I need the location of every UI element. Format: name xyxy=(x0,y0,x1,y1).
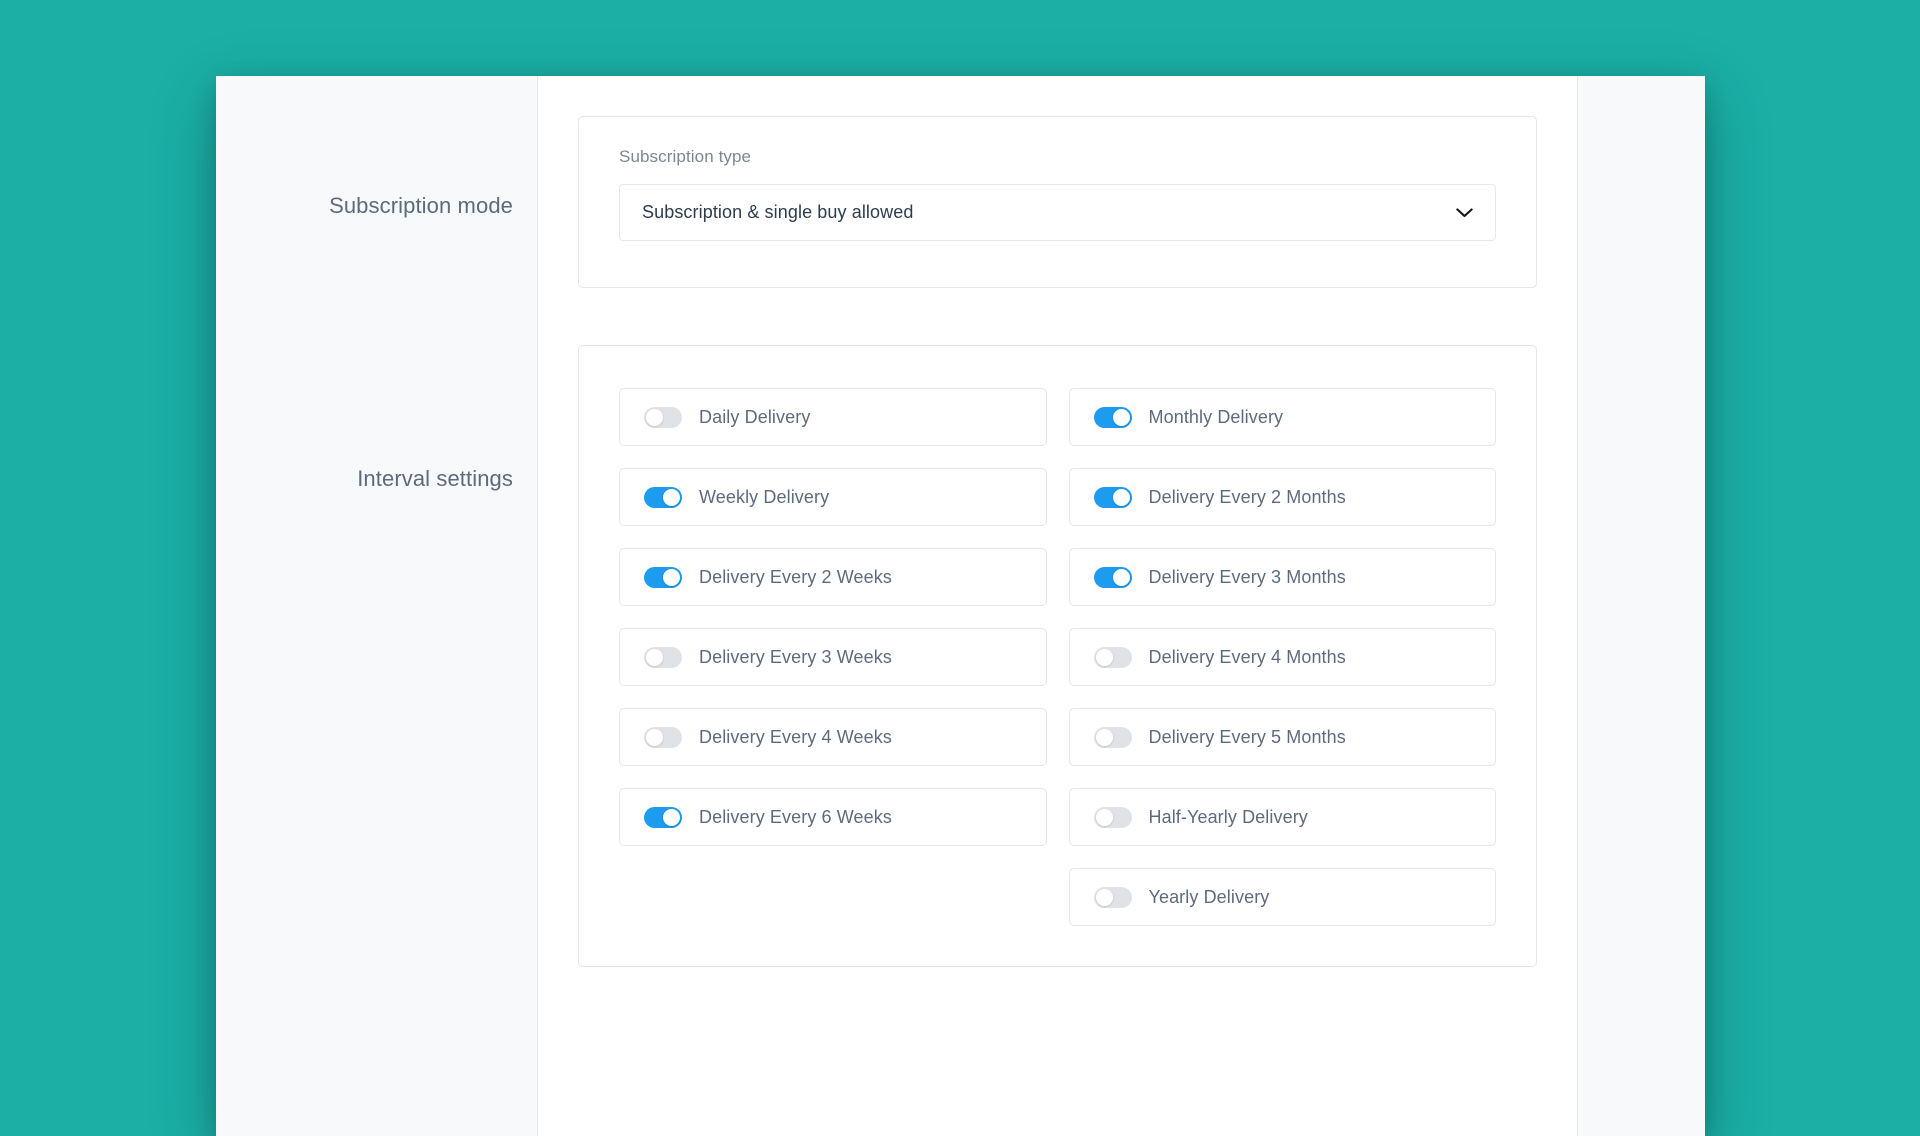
toggle-knob xyxy=(646,408,663,426)
toggle-knob xyxy=(1112,408,1130,426)
interval-toggle-row[interactable]: Monthly Delivery xyxy=(1068,388,1496,446)
toggle-knob xyxy=(1095,808,1113,826)
interval-toggle-row[interactable]: Daily Delivery xyxy=(619,388,1047,446)
subscription-mode-panel: Subscription type Subscription & single … xyxy=(578,116,1537,288)
interval-toggle-label: Delivery Every 2 Months xyxy=(1148,486,1346,507)
toggle-knob xyxy=(646,728,663,746)
interval-toggle-label: Yearly Delivery xyxy=(1148,886,1270,907)
interval-toggle-switch[interactable] xyxy=(644,806,682,828)
toggle-knob xyxy=(1095,888,1113,906)
interval-toggle-row[interactable]: Half-Yearly Delivery xyxy=(1068,788,1496,846)
interval-toggle-switch[interactable] xyxy=(1093,886,1132,908)
interval-toggle-switch[interactable] xyxy=(1093,726,1132,748)
interval-toggle-switch[interactable] xyxy=(1093,406,1132,428)
interval-toggle-row[interactable]: Yearly Delivery xyxy=(1068,868,1496,926)
toggle-knob xyxy=(663,488,680,506)
toggle-knob xyxy=(663,808,680,826)
interval-toggle-label: Half-Yearly Delivery xyxy=(1148,806,1308,827)
settings-card: Subscription mode Interval settings Subs… xyxy=(216,76,1705,1136)
interval-toggle-row[interactable]: Delivery Every 5 Months xyxy=(1068,708,1496,766)
interval-toggle-row[interactable]: Delivery Every 6 Weeks xyxy=(619,788,1047,846)
interval-toggle-switch[interactable] xyxy=(644,646,682,668)
section-label-interval-settings: Interval settings xyxy=(357,466,513,491)
interval-toggle-switch[interactable] xyxy=(1093,806,1132,828)
toggle-knob xyxy=(663,568,680,586)
interval-toggle-switch[interactable] xyxy=(644,406,682,428)
interval-settings-panel: Daily Delivery Weekly Delivery Delivery Ev… xyxy=(578,345,1537,967)
toggle-knob xyxy=(1095,648,1113,666)
toggle-knob xyxy=(646,648,663,666)
interval-toggle-switch[interactable] xyxy=(644,726,682,748)
settings-content: Subscription type Subscription & single … xyxy=(538,76,1577,1136)
interval-toggle-label: Delivery Every 2 Weeks xyxy=(699,566,892,587)
interval-column-right: Monthly Delivery Delivery Every 2 Months D… xyxy=(1068,388,1496,926)
interval-toggle-row[interactable]: Delivery Every 3 Weeks xyxy=(619,628,1047,686)
toggle-knob xyxy=(1112,568,1130,586)
interval-toggle-row[interactable]: Delivery Every 3 Months xyxy=(1068,548,1496,606)
interval-toggle-switch[interactable] xyxy=(1093,566,1132,588)
interval-toggle-label: Weekly Delivery xyxy=(699,486,830,507)
interval-toggle-row[interactable]: Delivery Every 2 Weeks xyxy=(619,548,1047,606)
interval-toggle-row[interactable]: Weekly Delivery xyxy=(619,468,1047,526)
chevron-down-icon[interactable] xyxy=(1456,207,1473,218)
interval-toggle-label: Delivery Every 6 Weeks xyxy=(699,806,892,827)
interval-toggle-switch[interactable] xyxy=(644,566,682,588)
interval-toggle-label: Monthly Delivery xyxy=(1148,406,1284,427)
toggle-knob xyxy=(1095,728,1113,746)
interval-toggle-row[interactable]: Delivery Every 2 Months xyxy=(1068,468,1496,526)
interval-toggle-label: Delivery Every 3 Months xyxy=(1148,566,1346,587)
section-label-subscription-mode: Subscription mode xyxy=(329,193,513,218)
interval-toggle-switch[interactable] xyxy=(644,486,682,508)
interval-toggle-label: Delivery Every 4 Months xyxy=(1148,646,1346,667)
interval-toggle-label: Delivery Every 3 Weeks xyxy=(699,646,892,667)
subscription-type-select[interactable]: Subscription & single buy allowed xyxy=(619,184,1496,241)
right-gutter xyxy=(1577,76,1705,1136)
interval-toggle-switch[interactable] xyxy=(1093,486,1132,508)
subscription-type-label: Subscription type xyxy=(619,147,752,166)
toggle-knob xyxy=(1112,488,1130,506)
interval-column-left: Daily Delivery Weekly Delivery Delivery Ev… xyxy=(619,388,1047,926)
interval-toggle-label: Delivery Every 4 Weeks xyxy=(699,726,892,747)
interval-toggle-label: Delivery Every 5 Months xyxy=(1148,726,1346,747)
interval-toggle-grid: Daily Delivery Weekly Delivery Delivery Ev… xyxy=(619,388,1496,926)
section-label-rail: Subscription mode Interval settings xyxy=(216,76,538,1136)
interval-toggle-label: Daily Delivery xyxy=(699,406,811,427)
interval-toggle-row[interactable]: Delivery Every 4 Months xyxy=(1068,628,1496,686)
interval-toggle-switch[interactable] xyxy=(1093,646,1132,668)
interval-toggle-row[interactable]: Delivery Every 4 Weeks xyxy=(619,708,1047,766)
subscription-type-value: Subscription & single buy allowed xyxy=(642,202,914,222)
